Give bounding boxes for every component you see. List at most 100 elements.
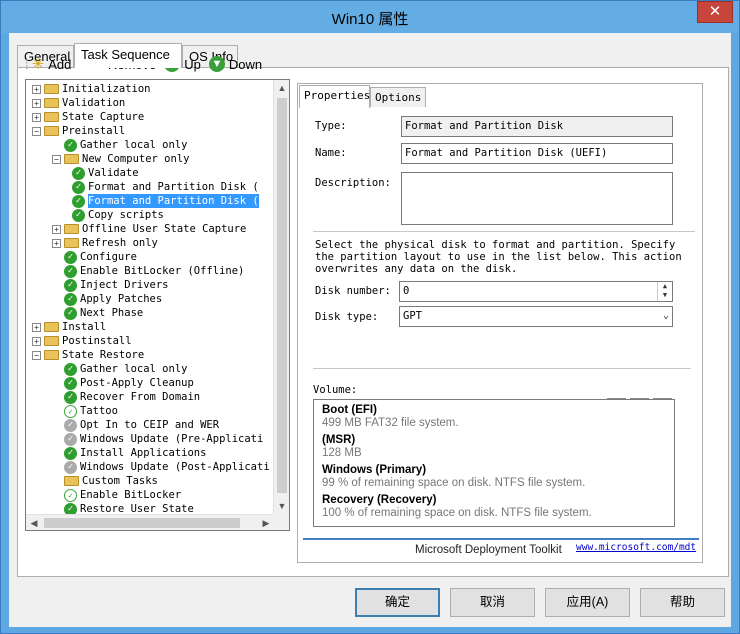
volume-item[interactable]: (MSR) 128 MB [322,434,674,460]
collapse-icon[interactable]: − [32,350,41,360]
volume-detail: 99 % of remaining space on disk. NTFS fi… [322,477,586,489]
check-icon: ✓ [64,376,77,390]
name-input[interactable]: Format and Partition Disk (UEFI) [401,143,673,164]
check-icon: ✓ [64,264,77,278]
ok-button[interactable]: 确定 [355,588,440,617]
tab-options[interactable]: Options [370,87,426,107]
tree-item[interactable]: ✓ Windows Update (Post-Applicati [52,460,270,474]
help-button[interactable]: 帮助 [640,588,725,617]
expand-icon[interactable]: + [32,98,41,108]
tree-item[interactable]: ✓ Copy scripts [72,208,164,222]
tree-item[interactable]: ✓ Tattoo [52,404,118,418]
chevron-down-icon: ⌄ [662,310,669,321]
check-icon: ✓ [72,166,85,180]
tree-item-label: State Restore [62,349,145,361]
expand-icon[interactable]: + [32,336,41,346]
tree-item[interactable]: + Validation [32,96,125,110]
volume-title: (MSR) [322,434,356,446]
tree-item[interactable]: ✓ Install Applications [52,446,206,460]
tree-item[interactable]: ✓ Configure [52,250,137,264]
down-label: Down [228,56,263,72]
expand-icon[interactable]: + [52,238,61,248]
tree-item[interactable]: ✓ Validate [72,166,139,180]
horizontal-scroll-thumb[interactable] [44,518,240,528]
tree-item[interactable]: ✓ Recover From Domain [52,390,200,404]
tree-item[interactable]: ✓ Enable BitLocker [52,488,181,502]
tree-item[interactable]: − New Computer only [52,152,189,166]
tree-item[interactable]: ✓ Apply Patches [52,292,162,306]
tree-item-label: Restore User State [80,503,194,514]
collapse-icon[interactable]: − [52,154,61,164]
volume-title: Boot (EFI) [322,404,377,416]
scroll-up-icon[interactable]: ▲ [274,80,289,96]
tree-item[interactable]: ✓ Windows Update (Pre-Applicati [52,432,263,446]
divider-middle [313,368,691,369]
apply-button[interactable]: 应用(A) [545,588,630,617]
tree-item[interactable]: ✓ Next Phase [52,306,143,320]
instruction-line: Select the physical disk to format and p… [315,239,676,251]
tab-task-sequence[interactable]: Task Sequence [74,43,182,68]
spin-down-icon[interactable]: ▼ [658,291,672,300]
scroll-down-icon[interactable]: ▼ [274,498,289,514]
tree-item[interactable]: ✓ Gather local only [52,362,187,376]
scroll-right-icon[interactable]: ▶ [258,515,274,530]
expand-icon[interactable]: + [32,84,41,94]
description-textarea[interactable] [401,172,673,225]
tree-item[interactable]: ✓ Opt In to CEIP and WER [52,418,219,432]
tree-item[interactable]: + State Capture [32,110,144,124]
tree-item-label: Opt In to CEIP and WER [80,419,220,431]
tree-item[interactable]: + Refresh only [52,236,158,250]
tree-item[interactable]: + Postinstall [32,334,132,348]
down-button[interactable]: ▼ Down [208,56,263,72]
tree-item[interactable]: − Preinstall [32,124,125,138]
tree-item[interactable]: + Initialization [32,82,151,96]
tree-item[interactable]: ✓ Gather local only [52,138,187,152]
volume-item[interactable]: Windows (Primary) 99 % of remaining spac… [322,464,674,490]
tree-item[interactable]: − State Restore [32,348,144,362]
cancel-button[interactable]: 取消 [450,588,535,617]
scroll-left-icon[interactable]: ◀ [26,515,42,530]
tree-item[interactable]: ✓ Enable BitLocker (Offline) [52,264,244,278]
tree-item[interactable]: + Install [32,320,106,334]
tree-item-label: Format and Partition Disk ( [88,194,259,208]
check-icon: ✓ [64,488,77,502]
check-icon: ✓ [64,138,77,152]
folder-icon [44,112,59,122]
folder-icon [44,126,59,136]
tree-item-selected[interactable]: ✓ Format and Partition Disk ( [72,194,259,208]
tree-item-label: State Capture [62,111,145,123]
tree-item[interactable]: ✓ Post-Apply Cleanup [52,376,194,390]
expand-icon[interactable]: + [32,322,41,332]
tree-item[interactable]: Custom Tasks [52,474,158,488]
task-sequence-tree[interactable]: + Initialization + Validation + State Capture… [25,79,290,531]
tree-vertical-scrollbar[interactable]: ▲ ▼ [273,80,289,514]
volume-item[interactable]: Recovery (Recovery) 100 % of remaining s… [322,494,674,520]
tree-item[interactable]: ✓ Inject Drivers [52,278,169,292]
title-bar[interactable]: Win10 属性 ✕ [1,1,739,33]
collapse-icon[interactable]: − [32,126,41,136]
mdt-link[interactable]: www.microsoft.com/mdt [576,542,696,553]
expand-icon[interactable]: + [52,224,61,234]
folder-icon [44,336,59,346]
divider-top [313,231,695,232]
tree-horizontal-scrollbar[interactable]: ◀ ▶ [26,514,274,530]
disk-number-stepper[interactable]: 0 ▲ ▼ [399,281,673,302]
expand-icon[interactable]: + [32,112,41,122]
volume-detail: 128 MB [322,447,362,459]
check-icon: ✓ [64,292,77,306]
spin-up-icon[interactable]: ▲ [658,282,672,291]
instruction-line: overwrites any data on the disk. [315,263,518,275]
tree-item-label: Gather local only [80,139,188,151]
vertical-scroll-thumb[interactable] [277,98,287,493]
tree-item[interactable]: + Offline User State Capture [52,222,246,236]
tree-item-label: Validate [88,167,139,179]
close-button[interactable]: ✕ [697,1,733,23]
volume-item[interactable]: Boot (EFI) 499 MB FAT32 file system. [322,404,674,430]
type-label: Type: [315,120,347,132]
disk-number-spin[interactable]: ▲ ▼ [657,282,672,301]
disk-type-select[interactable]: GPT ⌄ [399,306,673,327]
tree-item[interactable]: ✓ Format and Partition Disk ( [72,180,259,194]
tree-item[interactable]: ✓ Restore User State [52,502,194,514]
tab-properties[interactable]: Properties [299,85,370,108]
volume-list[interactable]: Boot (EFI) 499 MB FAT32 file system. (MS… [313,399,675,527]
